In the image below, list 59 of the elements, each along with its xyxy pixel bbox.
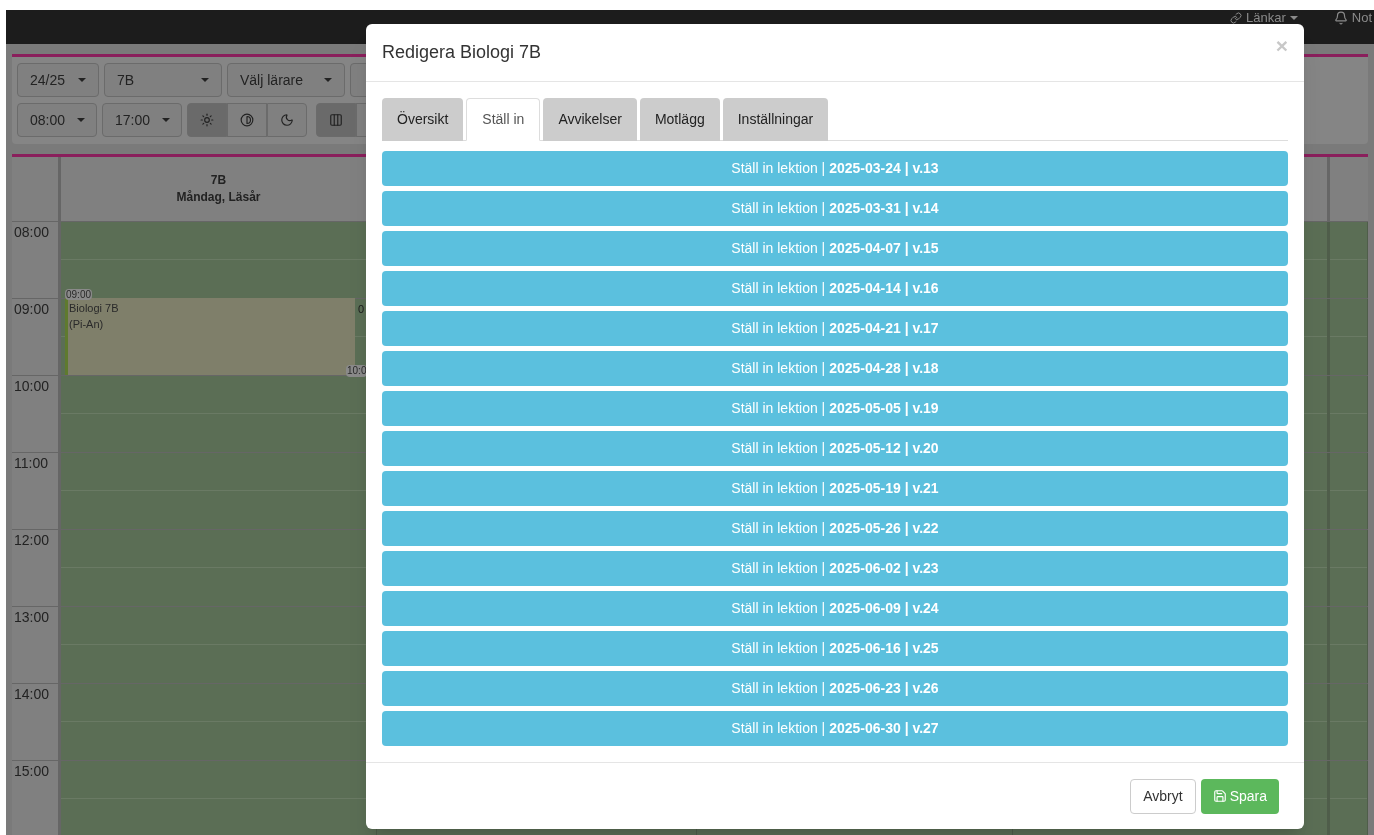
dropdown[interactable]: 08:00 [17,103,97,137]
cancel-lesson-button[interactable]: Ställ in lektion | 2025-06-09 | v.24 [382,591,1288,626]
event-teacher: (Pi-An) [69,317,105,332]
tab[interactable]: Inställningar [722,98,829,141]
cancel-lesson-button[interactable]: Ställ in lektion | 2025-04-28 | v.18 [382,351,1288,386]
event-title: Biologi 7B [69,301,120,316]
theme-toggle[interactable] [187,103,227,137]
dropdown[interactable]: 24/25 [17,63,99,97]
caret-icon [78,78,86,82]
time-label: 11:00 [12,453,61,529]
link-icon [1230,12,1242,24]
cancel-lesson-button[interactable]: Ställ in lektion | 2025-05-05 | v.19 [382,391,1288,426]
columns-icon [329,113,343,127]
cancel-lesson-button[interactable]: Ställ in lektion | 2025-05-26 | v.22 [382,511,1288,546]
time-label: 15:00 [12,761,61,835]
theme-toggle[interactable] [227,103,267,137]
event-start-time: 09:00 [65,289,93,300]
notifications-menu[interactable]: Not [1333,11,1372,25]
cancel-lesson-button[interactable]: Ställ in lektion | 2025-04-14 | v.16 [382,271,1288,306]
bell-icon [1333,11,1348,25]
sun-icon [200,113,214,127]
cancel-lesson-button[interactable]: Ställ in lektion | 2025-04-21 | v.17 [382,311,1288,346]
modal-title: Redigera Biologi 7B [382,41,542,64]
caret-icon [77,118,86,122]
time-label: 13:00 [12,607,61,683]
event-time: 0 [358,303,365,315]
time-label: 12:00 [12,530,61,606]
dropdown[interactable]: Välj lärare [227,63,345,97]
cancel-lesson-button[interactable]: Ställ in lektion | 2025-06-30 | v.27 [382,711,1288,746]
cancel-lesson-button[interactable]: Ställ in lektion | 2025-06-16 | v.25 [382,631,1288,666]
cancel-lesson-button[interactable]: Ställ in lektion | 2025-05-12 | v.20 [382,431,1288,466]
contrast-icon [240,113,254,127]
tab[interactable]: Avvikelser [543,98,637,141]
caret-icon [201,78,209,82]
close-button[interactable]: × [1275,35,1288,56]
save-icon [1212,789,1227,803]
tab[interactable]: Motlägg [639,98,720,141]
caret-icon [162,118,171,122]
time-label: 08:00 [12,222,61,298]
dropdown[interactable]: 17:00 [102,103,182,137]
theme-toggle[interactable] [267,103,307,137]
tab[interactable]: Ställ in [466,98,541,141]
cancel-lesson-button[interactable]: Ställ in lektion | 2025-06-02 | v.23 [382,551,1288,586]
tab[interactable]: Översikt [382,98,464,141]
cancel-lesson-button[interactable]: Ställ in lektion | 2025-04-07 | v.15 [382,231,1288,266]
cancel-button[interactable]: Avbryt [1130,778,1196,814]
time-label: 10:00 [12,376,61,452]
dropdown[interactable]: 7B [104,63,222,97]
cancel-lesson-button[interactable]: Ställ in lektion | 2025-03-31 | v.14 [382,191,1288,226]
save-button[interactable]: Spara [1200,778,1279,814]
caret-icon [324,78,332,82]
moon-icon [280,113,294,127]
caret-icon [1289,16,1298,20]
view-toggle[interactable] [316,103,356,137]
time-label: 09:00 [12,299,61,375]
time-label: 14:00 [12,684,61,760]
cancel-lesson-button[interactable]: Ställ in lektion | 2025-03-24 | v.13 [382,151,1288,186]
cancel-lesson-button[interactable]: Ställ in lektion | 2025-06-23 | v.26 [382,671,1288,706]
cancel-lesson-button[interactable]: Ställ in lektion | 2025-05-19 | v.21 [382,471,1288,506]
